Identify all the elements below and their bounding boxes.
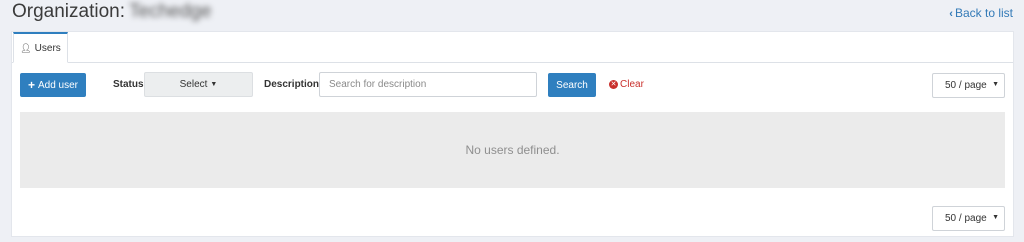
page-size-value-bottom: 50 / page <box>945 213 987 224</box>
user-icon: 👤︎ <box>20 42 32 53</box>
caret-down-icon: ▼ <box>992 81 999 88</box>
chevron-left-icon: ‹ <box>949 8 953 20</box>
clear-circle-x-icon: ✕ <box>609 80 618 89</box>
add-user-button[interactable]: + Add user <box>20 73 86 97</box>
description-search-input[interactable] <box>319 72 537 97</box>
organization-panel: 👤︎ Users + Add user Status Select ▼ Desc… <box>11 31 1014 237</box>
clear-label: Clear <box>620 79 644 90</box>
clear-link[interactable]: ✕ Clear <box>609 79 644 90</box>
status-label: Status <box>113 79 144 90</box>
back-to-list-link[interactable]: ‹ Back to list <box>949 6 1013 20</box>
users-empty-state: No users defined. <box>20 112 1005 188</box>
plus-icon: + <box>27 78 35 92</box>
status-dropdown-value: Select <box>179 79 208 90</box>
back-link-label: Back to list <box>954 6 1013 20</box>
page-header: Organization: Techedge ‹ Back to list <box>0 0 1024 28</box>
org-name-blurred: Techedge <box>129 1 212 22</box>
page-size-select-bottom[interactable]: 50 / page ▼ <box>932 206 1005 231</box>
page-title: Organization: Techedge <box>12 1 211 23</box>
add-user-label: Add user <box>37 79 79 91</box>
search-button[interactable]: Search <box>548 73 596 97</box>
description-label: Description <box>264 79 320 90</box>
page-size-select-top[interactable]: 50 / page ▼ <box>932 73 1005 98</box>
caret-down-icon: ▼ <box>992 214 999 221</box>
tab-users[interactable]: 👤︎ Users <box>13 32 68 63</box>
tab-users-label: Users <box>34 42 61 54</box>
title-prefix: Organization: <box>12 1 126 22</box>
caret-down-icon: ▼ <box>210 81 218 88</box>
status-dropdown[interactable]: Select ▼ <box>144 72 253 97</box>
page-size-value-top: 50 / page <box>945 80 987 91</box>
tab-bar: 👤︎ Users <box>12 32 1013 63</box>
empty-message: No users defined. <box>465 143 560 157</box>
